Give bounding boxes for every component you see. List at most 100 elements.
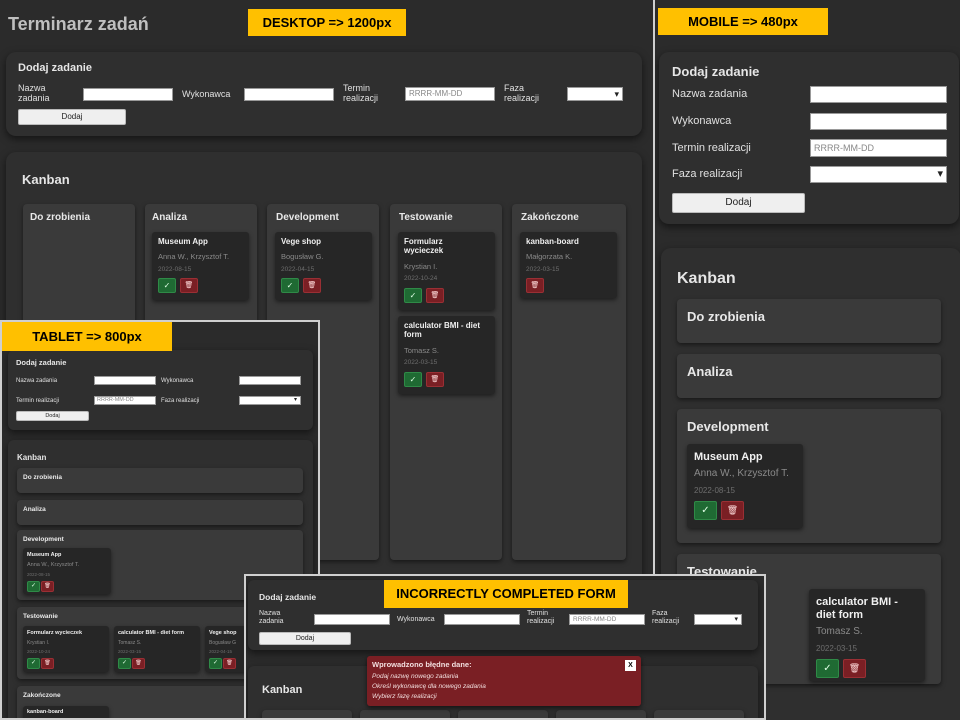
task-card: calculator BMI - diet form Tomasz S. 202… bbox=[398, 316, 495, 394]
tablet-label: TABLET => 800px bbox=[2, 322, 172, 351]
complete-icon[interactable]: ✓ bbox=[209, 658, 222, 669]
kanban-heading: Kanban bbox=[17, 453, 47, 462]
column-title: Development bbox=[276, 212, 339, 223]
column-analysis: Analiza bbox=[677, 354, 941, 398]
form-heading: Dodaj zadanie bbox=[18, 62, 92, 74]
deadline-input[interactable]: RRRR-MM-DD bbox=[810, 139, 947, 157]
trash-icon[interactable]: 🗑 bbox=[526, 278, 544, 293]
card-title: Museum App bbox=[27, 552, 62, 558]
assignee-label: Wykonawca bbox=[182, 89, 231, 99]
trash-icon[interactable]: 🗑 bbox=[426, 372, 444, 387]
column-title: Development bbox=[23, 536, 64, 543]
trash-icon[interactable]: 🗑 bbox=[41, 658, 54, 669]
column-done bbox=[654, 710, 744, 718]
task-name-label: Nazwa zadania bbox=[18, 83, 50, 103]
card-assignee: Anna W., Krzysztof T. bbox=[27, 562, 80, 568]
phase-select[interactable]: ▾ bbox=[694, 614, 742, 625]
trash-icon[interactable]: 🗑 bbox=[180, 278, 198, 293]
trash-icon[interactable]: 🗑 bbox=[41, 581, 54, 592]
deadline-label: Termin realizacji bbox=[343, 83, 379, 103]
card-assignee: Tomasz S. bbox=[816, 626, 863, 637]
deadline-input[interactable]: RRRR-MM-DD bbox=[569, 614, 645, 625]
submit-button[interactable]: Dodaj bbox=[16, 411, 89, 421]
column-title: Development bbox=[687, 419, 769, 434]
complete-icon[interactable]: ✓ bbox=[27, 581, 40, 592]
card-date: 2022-08-15 bbox=[158, 266, 192, 273]
column-title: Do zrobienia bbox=[687, 309, 766, 324]
trash-icon[interactable]: 🗑 bbox=[223, 658, 236, 669]
card-date: 2022-03-15 bbox=[526, 266, 560, 273]
assignee-input[interactable] bbox=[244, 88, 334, 101]
column-title: Do zrobienia bbox=[23, 474, 63, 481]
task-name-label: Nazwa zadania bbox=[672, 88, 748, 100]
complete-icon[interactable]: ✓ bbox=[281, 278, 299, 293]
trash-icon[interactable]: 🗑 bbox=[721, 501, 744, 520]
complete-icon[interactable]: ✓ bbox=[694, 501, 717, 520]
column-todo: Do zrobienia bbox=[17, 468, 303, 493]
close-icon[interactable]: X bbox=[625, 660, 636, 671]
submit-button[interactable]: Dodaj bbox=[259, 632, 351, 645]
card-assignee: Bogusław G bbox=[209, 640, 236, 646]
complete-icon[interactable]: ✓ bbox=[404, 288, 422, 303]
assignee-input[interactable] bbox=[444, 614, 520, 625]
task-card: Museum App Anna W., Krzysztof T. 2022-08… bbox=[23, 548, 111, 594]
kanban-heading: Kanban bbox=[22, 172, 70, 187]
card-assignee: Krystian I. bbox=[27, 640, 50, 646]
deadline-label: Termin realizacji bbox=[16, 398, 60, 404]
card-date: 2022-03-15 bbox=[118, 649, 142, 654]
kanban-heading: Kanban bbox=[262, 684, 303, 696]
column-todo bbox=[262, 710, 352, 718]
card-date: 2022-08-15 bbox=[694, 486, 735, 495]
phase-select[interactable]: ▾ bbox=[567, 87, 623, 101]
column-title: Analiza bbox=[152, 212, 188, 223]
assignee-label: Wykonawca bbox=[397, 616, 435, 623]
phase-select[interactable]: ▾ bbox=[810, 166, 947, 183]
card-date: 2022-04-15 bbox=[209, 649, 233, 654]
deadline-input[interactable]: RRRR-MM-DD bbox=[405, 87, 495, 101]
complete-icon[interactable]: ✓ bbox=[27, 658, 40, 669]
trash-icon[interactable]: 🗑 bbox=[843, 659, 866, 678]
column-development: Development Museum App Anna W., Krzyszto… bbox=[677, 409, 941, 543]
assignee-input[interactable] bbox=[810, 113, 947, 130]
add-task-form: Dodaj zadanie Nazwa zadania Wykonawca Te… bbox=[659, 52, 959, 224]
card-date: 2022-03-15 bbox=[404, 359, 438, 366]
form-heading: Dodaj zadanie bbox=[16, 358, 67, 367]
complete-icon[interactable]: ✓ bbox=[404, 372, 422, 387]
phase-select[interactable]: ▾ bbox=[239, 396, 301, 405]
assignee-input[interactable] bbox=[239, 376, 301, 385]
card-title: Vege shop bbox=[281, 237, 322, 246]
card-assignee: Tomasz S. bbox=[404, 346, 440, 355]
submit-button[interactable]: Dodaj bbox=[672, 193, 805, 213]
column-done: Zakończone kanban-board Małgorzata K. 20… bbox=[512, 204, 626, 560]
column-testing: Testowanie Formularz wycieczek Krystian … bbox=[390, 204, 502, 560]
task-card: Museum App Anna W., Krzysztof T. 2022-08… bbox=[152, 232, 249, 300]
complete-icon[interactable]: ✓ bbox=[158, 278, 176, 293]
trash-icon[interactable]: 🗑 bbox=[303, 278, 321, 293]
task-card: kanban-board Małgorzata K. 2022-03-15 🗑 bbox=[520, 232, 617, 298]
add-task-form: Dodaj zadanie Nazwa zadania Wykonawca Te… bbox=[8, 350, 313, 430]
deadline-input[interactable]: RRRR-MM-DD bbox=[94, 396, 156, 405]
complete-icon[interactable]: ✓ bbox=[816, 659, 839, 678]
task-name-input[interactable] bbox=[314, 614, 390, 625]
submit-button[interactable]: Dodaj bbox=[18, 109, 126, 125]
task-name-input[interactable] bbox=[810, 86, 947, 103]
task-name-input[interactable] bbox=[83, 88, 173, 101]
card-date: 2022-04-15 bbox=[281, 266, 315, 273]
card-assignee: Małgorzata K. bbox=[526, 252, 573, 261]
task-name-input[interactable] bbox=[94, 376, 156, 385]
task-name-label: Nazwa zadania bbox=[259, 610, 284, 625]
error-alert: Wprowadzono błędne dane: Podaj nazwę now… bbox=[367, 656, 641, 706]
error-title: Wprowadzono błędne dane: bbox=[372, 660, 472, 669]
complete-icon[interactable]: ✓ bbox=[118, 658, 131, 669]
app-title: Terminarz zadań bbox=[8, 14, 149, 34]
trash-icon[interactable]: 🗑 bbox=[132, 658, 145, 669]
card-title: calculator BMI - diet form bbox=[816, 596, 898, 621]
card-title: Museum App bbox=[694, 451, 763, 463]
assignee-label: Wykonawca bbox=[161, 378, 194, 384]
trash-icon[interactable]: 🗑 bbox=[426, 288, 444, 303]
phase-label: Faza realizacji bbox=[652, 610, 680, 625]
card-assignee: Anna W., Krzysztof T. bbox=[694, 468, 789, 479]
card-assignee: Anna W., Krzysztof T. bbox=[158, 252, 230, 261]
column-title: Do zrobienia bbox=[30, 212, 91, 223]
card-assignee: Bogusław G. bbox=[281, 252, 324, 261]
